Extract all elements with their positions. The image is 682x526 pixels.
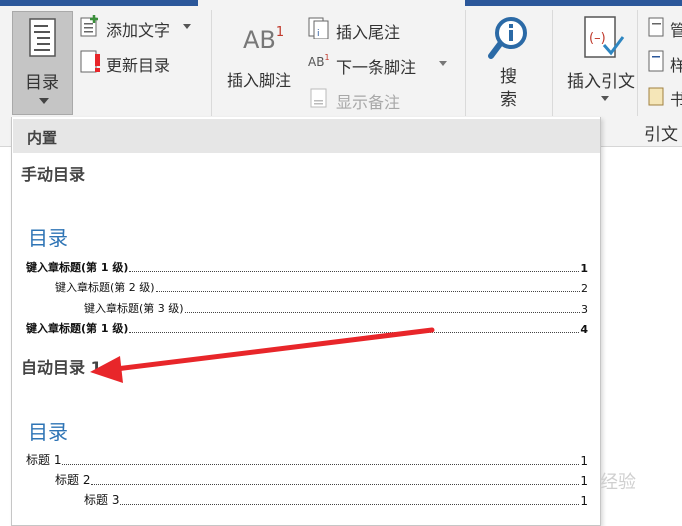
next-footnote-button[interactable]: 下一条脚注 — [336, 54, 416, 78]
style-icon[interactable] — [648, 50, 666, 72]
toc-preview-line: 键入章标题(第 1 级) 4 — [26, 320, 588, 336]
search-icon[interactable] — [488, 16, 530, 62]
toc-leader — [155, 291, 580, 292]
toc-entry-text: 键入章标题(第 1 级) — [26, 261, 129, 274]
bibliography-button[interactable]: 书 — [670, 86, 682, 110]
insert-footnote-button[interactable]: 插入脚注 — [227, 67, 291, 91]
group-label-citations: 引文 — [644, 125, 678, 145]
toc-entry-page: 2 — [581, 282, 588, 295]
toc-preview-line: 键入章标题(第 1 级) 1 — [26, 259, 588, 275]
next-footnote-icon[interactable]: AB1 — [308, 53, 330, 69]
toc-preview-title: 目录 — [28, 226, 68, 250]
group-separator — [552, 10, 553, 116]
ribbon-top-accent — [0, 0, 198, 6]
group-separator — [211, 10, 212, 116]
toc-leader — [129, 271, 580, 272]
gallery-item-heading: 手动目录 — [21, 165, 86, 184]
next-footnote-icon-superscript: 1 — [324, 53, 330, 62]
manage-sources-icon[interactable] — [648, 17, 666, 37]
toc-preview-title: 目录 — [28, 420, 68, 444]
watermark-text: 经验 — [600, 472, 636, 493]
toc-preview-line: 键入章标题(第 3 级) 3 — [84, 300, 588, 316]
footnote-icon-text: AB — [243, 26, 276, 54]
gallery-item-manual-toc[interactable]: 手动目录 目录 键入章标题(第 1 级) 1 键入章标题(第 2 级) 2 键入章标… — [13, 155, 600, 343]
next-footnote-icon-text: AB — [308, 55, 325, 69]
insert-citation-icon[interactable]: (–) — [582, 15, 626, 61]
update-toc-icon[interactable] — [80, 50, 102, 74]
toc-button-label: 目录 — [25, 73, 59, 93]
toc-leader — [129, 332, 580, 333]
toc-entry-text: 标题 2 — [55, 473, 91, 487]
section-header-label: 内置 — [27, 129, 58, 147]
insert-endnote-icon[interactable]: i — [308, 17, 330, 39]
show-notes-button: 显示备注 — [336, 93, 401, 112]
chevron-down-icon — [39, 98, 49, 104]
search-button[interactable]: 搜 索 — [500, 66, 517, 112]
add-text-icon[interactable] — [80, 15, 100, 37]
toc-leader — [91, 484, 580, 485]
toc-entry-page: 1 — [580, 494, 588, 508]
insert-citation-button[interactable]: 插入引文 — [567, 67, 635, 92]
footnote-icon[interactable]: AB1 — [243, 25, 285, 54]
bibliography-icon[interactable] — [648, 84, 666, 106]
toc-entry-page: 1 — [580, 262, 588, 275]
toc-entry-text: 键入章标题(第 3 级) — [84, 302, 184, 315]
footnote-icon-superscript: 1 — [275, 25, 285, 40]
insert-endnote-button[interactable]: 插入尾注 — [336, 19, 400, 43]
manage-sources-button[interactable]: 管 — [670, 17, 682, 41]
chevron-down-icon[interactable] — [183, 24, 191, 29]
toc-leader — [184, 312, 580, 313]
ribbon-top-accent — [465, 0, 682, 6]
update-toc-button[interactable]: 更新目录 — [106, 52, 170, 76]
toc-entry-text: 标题 1 — [26, 453, 62, 467]
toc-preview-line: 键入章标题(第 2 级) 2 — [55, 279, 588, 295]
group-separator — [637, 10, 638, 116]
svg-text:i: i — [317, 29, 320, 39]
toc-leader — [62, 464, 580, 465]
toc-preview-line: 标题 2 1 — [55, 472, 588, 488]
toc-leader — [120, 504, 580, 505]
toc-entry-text: 键入章标题(第 1 级) — [26, 322, 129, 335]
style-button[interactable]: 样 — [670, 52, 682, 76]
chevron-down-icon[interactable] — [601, 96, 609, 101]
toc-preview-line: 标题 3 1 — [84, 492, 588, 508]
toc-icon — [29, 18, 56, 57]
toc-entry-page: 1 — [580, 454, 588, 468]
toc-entry-text: 键入章标题(第 2 级) — [55, 281, 155, 294]
svg-text:(–): (–) — [589, 31, 606, 46]
toc-button[interactable]: 目录 — [12, 11, 73, 115]
add-text-button[interactable]: 添加文字 — [106, 17, 170, 41]
show-notes-icon — [310, 88, 327, 108]
toc-entry-text: 标题 3 — [84, 493, 120, 507]
section-header-builtin: 内置 — [13, 119, 600, 153]
gallery-item-heading: 自动目录 1 — [21, 358, 102, 377]
toc-gallery-dropdown: 内置 手动目录 目录 键入章标题(第 1 级) 1 键入章标题(第 2 级) 2 键… — [11, 117, 601, 526]
gallery-item-auto-toc[interactable]: 自动目录 1 目录 标题 1 1 标题 2 1 标题 3 1 — [13, 347, 600, 525]
toc-entry-page: 4 — [580, 323, 588, 336]
toc-entry-page: 3 — [581, 303, 588, 316]
chevron-down-icon[interactable] — [439, 61, 447, 66]
toc-entry-page: 1 — [580, 474, 588, 488]
group-separator — [465, 10, 466, 116]
toc-preview-line: 标题 1 1 — [26, 452, 588, 468]
